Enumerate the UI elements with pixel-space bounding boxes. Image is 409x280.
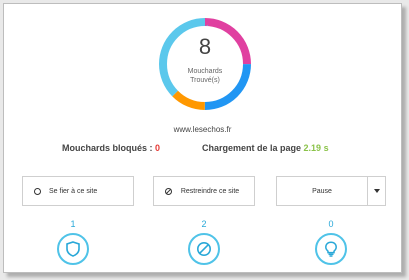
chevron-down-icon	[373, 189, 380, 193]
blocked-label: Mouchards bloqués :	[62, 143, 153, 153]
pause-label: Pause	[312, 187, 332, 195]
ghostery-panel: 8 Mouchards Trouvé(s) www.lesechos.fr Mo…	[3, 3, 402, 273]
lightbulb-icon	[325, 241, 337, 257]
load-time-stat: Chargement de la page 2.19 s	[202, 143, 329, 153]
category-lightbulb-button[interactable]	[315, 233, 347, 265]
tracker-label-line2: Trouvé(s)	[190, 77, 220, 84]
circle-icon	[34, 187, 41, 195]
category-block-button[interactable]	[188, 233, 220, 265]
load-time-label: Chargement de la page	[202, 143, 302, 153]
category-count-3: 0	[328, 219, 334, 229]
pause-button[interactable]: Pause	[276, 176, 368, 206]
tracker-count: 8	[198, 34, 212, 59]
donut-ring	[159, 18, 251, 110]
restrict-site-label: Restreindre ce site	[180, 187, 240, 195]
trust-site-button[interactable]: Se fier à ce site	[22, 176, 134, 206]
blocked-value: 0	[155, 143, 161, 153]
tracker-donut-chart[interactable]: 8 Mouchards Trouvé(s)	[155, 14, 255, 114]
category-count-2: 2	[201, 219, 207, 229]
pause-dropdown-button[interactable]	[368, 176, 386, 206]
site-domain: www.lesechos.fr	[173, 125, 232, 134]
shield-icon	[66, 241, 80, 257]
block-icon	[197, 242, 211, 256]
category-count-1: 1	[70, 219, 76, 229]
load-time-value: 2.19 s	[303, 143, 329, 153]
tracker-label-line1: Mouchards	[187, 68, 223, 75]
category-shield-button[interactable]	[57, 233, 89, 265]
block-icon	[165, 187, 172, 195]
restrict-site-button[interactable]: Restreindre ce site	[153, 176, 255, 206]
trust-site-label: Se fier à ce site	[49, 187, 98, 195]
blocked-stat: Mouchards bloqués : 0	[62, 143, 160, 153]
